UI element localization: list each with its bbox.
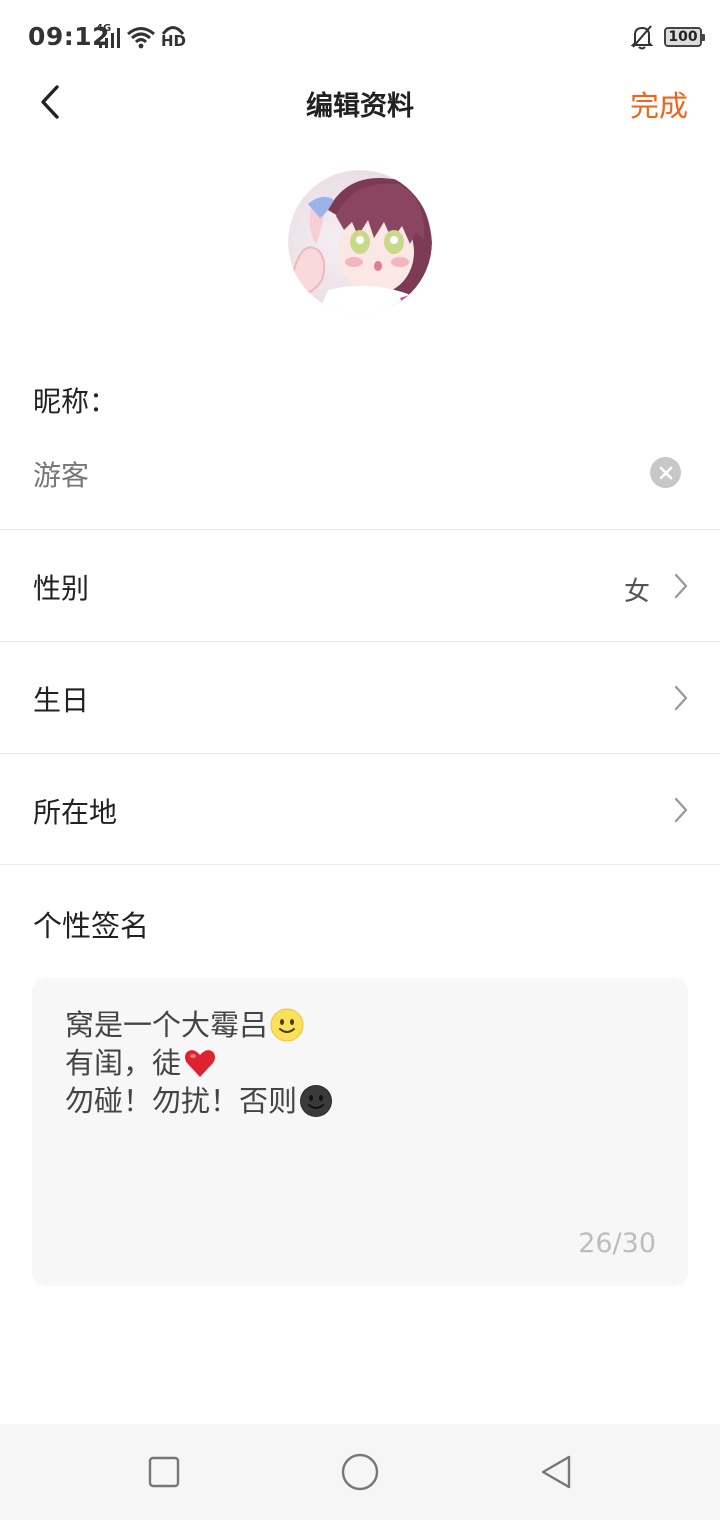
- page-title: 编辑资料: [306, 91, 414, 122]
- signature-textarea[interactable]: 窝是一个大霉吕 有闺，徒 勿碰！勿扰！否则 26/30: [32, 978, 688, 1286]
- chevron-right-icon: [674, 685, 688, 711]
- nickname-input[interactable]: [33, 452, 633, 496]
- done-button[interactable]: 完成: [630, 83, 688, 125]
- recent-apps-icon: [148, 1456, 180, 1488]
- signature-line: 窝是一个大霉吕: [65, 1006, 333, 1044]
- close-icon: [659, 466, 672, 479]
- hd-label: HD: [161, 32, 187, 50]
- avatar[interactable]: [288, 170, 432, 314]
- signature-line: 勿碰！勿扰！否则: [65, 1082, 333, 1120]
- dark-smiley-emoji-icon: [300, 1085, 333, 1117]
- nickname-label: 昵称：: [33, 385, 118, 418]
- recent-apps-button[interactable]: [144, 1452, 184, 1492]
- status-icons-right: 100: [630, 22, 705, 52]
- hd-call-icon: HD: [160, 24, 186, 50]
- signature-line-text: 有闺，徒: [65, 1046, 182, 1080]
- birthday-row[interactable]: 生日: [0, 641, 720, 753]
- wifi-icon: [126, 25, 156, 49]
- gender-label: 性别: [33, 572, 90, 605]
- cellular-signal-icon: 4G: [96, 23, 122, 49]
- gender-value: 女: [623, 577, 650, 607]
- status-bar: 09:12 4G HD 100: [0, 0, 720, 76]
- header: 编辑资料 完成: [0, 76, 720, 128]
- signature-line-text: 勿碰！勿扰！否则: [65, 1084, 298, 1118]
- smiley-emoji-icon: [270, 1008, 304, 1042]
- navigation-bar: [0, 1424, 720, 1520]
- home-button[interactable]: [340, 1452, 380, 1492]
- clear-button[interactable]: [650, 457, 681, 488]
- signature-line-text: 窝是一个大霉吕: [65, 1008, 269, 1042]
- birthday-label: 生日: [33, 684, 90, 717]
- chevron-right-icon: [674, 797, 688, 823]
- battery-icon: 100: [664, 27, 705, 47]
- location-row[interactable]: 所在地: [0, 753, 720, 865]
- red-heart-emoji-icon: [185, 1050, 216, 1077]
- status-icons: 4G HD: [96, 22, 186, 52]
- signature-counter: 26/30: [578, 1228, 656, 1259]
- chevron-right-icon: [674, 573, 688, 599]
- location-label: 所在地: [33, 796, 118, 829]
- signature-line: 有闺，徒: [65, 1044, 333, 1082]
- anime-girl-avatar-icon: [288, 170, 432, 314]
- home-icon: [341, 1453, 379, 1491]
- mute-bell-icon: [630, 24, 654, 50]
- gender-row[interactable]: 性别 女: [0, 529, 720, 641]
- signature-label: 个性签名: [33, 909, 150, 943]
- back-nav-button[interactable]: [536, 1452, 576, 1492]
- back-triangle-icon: [541, 1455, 571, 1489]
- signature-text: 窝是一个大霉吕 有闺，徒 勿碰！勿扰！否则: [65, 1006, 333, 1120]
